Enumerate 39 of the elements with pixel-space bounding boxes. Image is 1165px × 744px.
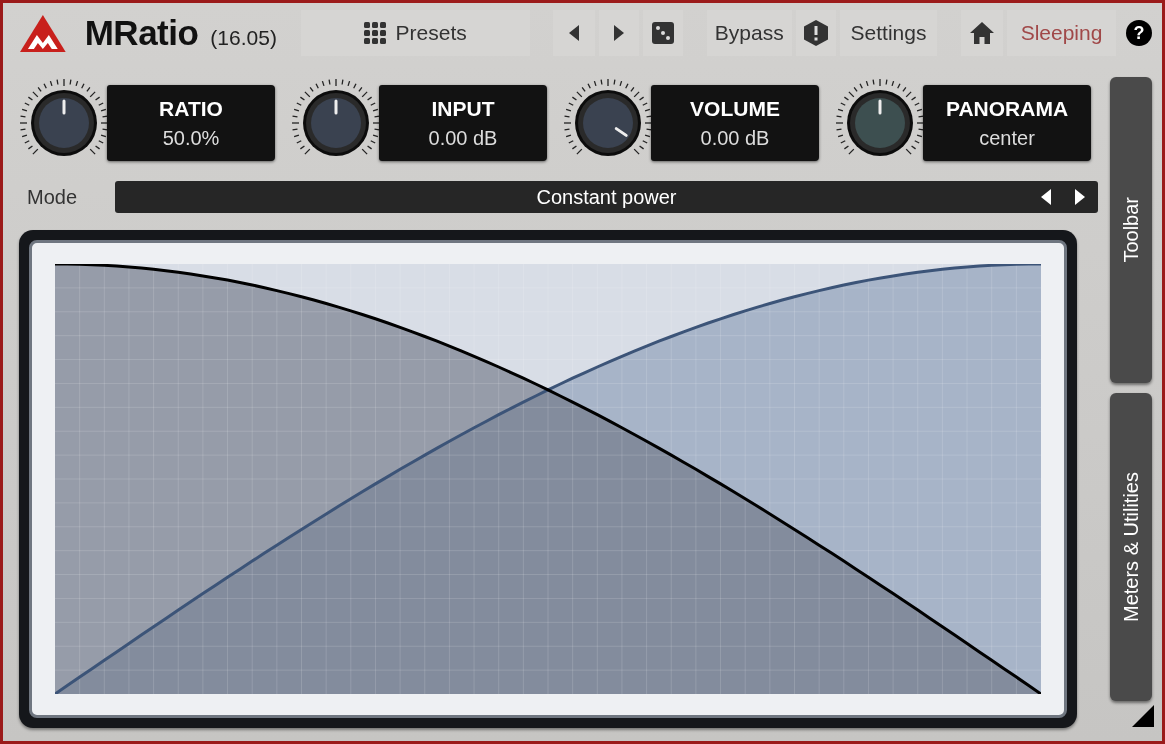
mode-label: Mode — [26, 185, 79, 209]
help-button[interactable]: ? — [1126, 20, 1152, 46]
status-button[interactable]: Sleeping — [1006, 10, 1117, 56]
mode-value: Constant power — [536, 185, 677, 209]
parameter-display[interactable]: RATIO 50.0% — [107, 85, 275, 161]
mode-selector[interactable]: Constant power — [115, 181, 1098, 213]
side-tab[interactable]: Meters & Utilities — [1110, 393, 1152, 701]
parameter-label: RATIO — [159, 96, 223, 121]
parameter-value: center — [979, 126, 1035, 150]
version-label: (16.05) — [210, 26, 277, 50]
app-title: MRatio — [84, 13, 199, 53]
presets-button[interactable]: Presets — [300, 10, 530, 56]
left-triangle-icon[interactable] — [1040, 189, 1052, 205]
logo-icon — [19, 13, 67, 53]
resize-handle-icon[interactable] — [1132, 705, 1154, 727]
parameter-value: 50.0% — [162, 126, 220, 150]
side-tab[interactable]: Toolbar — [1110, 77, 1152, 383]
right-triangle-icon[interactable] — [1074, 189, 1086, 205]
parameter-display[interactable]: INPUT 0.00 dB — [379, 85, 547, 161]
parameter-value: 0.00 dB — [700, 126, 770, 150]
right-triangle-icon — [613, 25, 626, 41]
parameter-label: INPUT — [431, 96, 495, 121]
alert-button[interactable] — [796, 10, 836, 56]
next-button[interactable] — [599, 10, 639, 56]
parameter-value: 0.00 dB — [428, 126, 498, 150]
grid-icon — [363, 22, 386, 44]
settings-button[interactable]: Settings — [839, 10, 938, 56]
random-button[interactable] — [642, 10, 683, 56]
parameter-label: PANORAMA — [945, 96, 1069, 121]
parameter-label: VOLUME — [690, 96, 780, 121]
home-button[interactable] — [961, 10, 1003, 56]
alert-icon — [803, 20, 828, 46]
parameter-display[interactable]: PANORAMA center — [923, 85, 1091, 161]
previous-button[interactable] — [553, 10, 596, 56]
dice-icon — [651, 22, 674, 44]
home-icon — [969, 22, 994, 44]
parameter-display[interactable]: VOLUME 0.00 dB — [651, 85, 819, 161]
bypass-button[interactable]: Bypass — [706, 10, 793, 56]
left-triangle-icon — [568, 25, 581, 41]
